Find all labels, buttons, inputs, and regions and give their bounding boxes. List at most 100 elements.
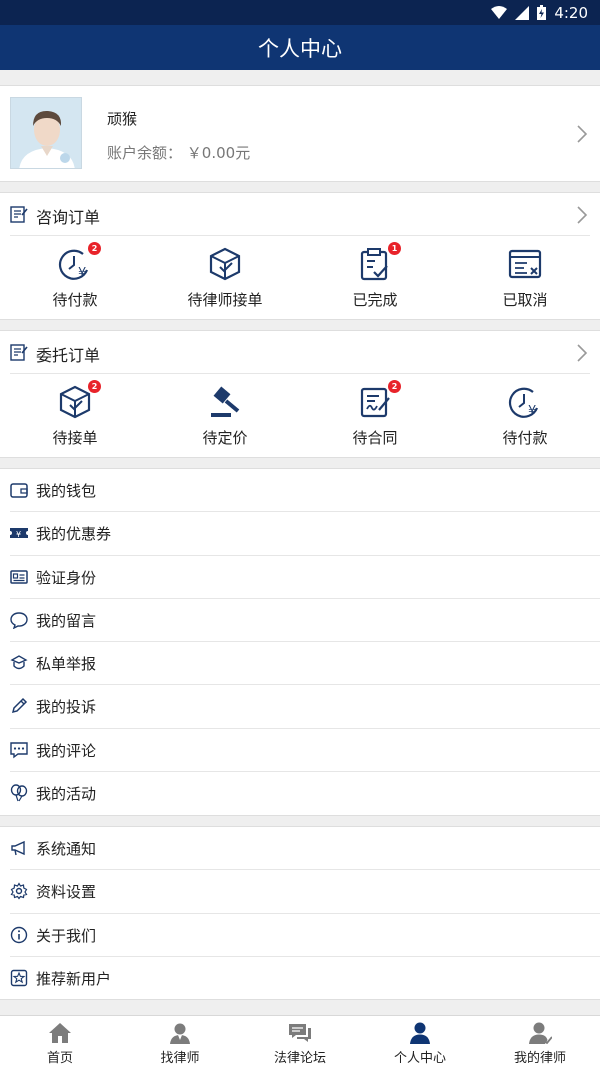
menu-item-comments[interactable]: 我的评论: [10, 729, 600, 773]
menu-item-label: 资料设置: [36, 883, 97, 902]
battery-icon: [537, 5, 547, 20]
consult-awaiting-lawyer[interactable]: 待律师接单: [150, 236, 300, 319]
menu-item-label: 我的留言: [36, 611, 97, 630]
clipboard-check-icon: [360, 248, 388, 281]
entrust-orders-title: 委托订单: [36, 346, 101, 365]
chevron-right-icon: [577, 125, 588, 143]
lawyer-search-icon: [170, 1023, 190, 1044]
chat-bubble-icon: [10, 612, 28, 629]
order-item-label: 待付款: [52, 291, 98, 309]
menu-item-report[interactable]: 私单举报: [10, 642, 600, 686]
menu-item-label: 关于我们: [36, 926, 97, 945]
status-bar: 4:20: [0, 0, 600, 25]
menu-item-activities[interactable]: 我的活动: [10, 772, 600, 815]
contract-sign-icon: [360, 387, 390, 418]
consult-pending-payment[interactable]: ¥ 2 待付款: [0, 236, 150, 319]
menu-item-label: 推荐新用户: [36, 969, 112, 988]
menu-item-verify-identity[interactable]: 验证身份: [10, 556, 600, 599]
clock-yen-icon: ¥: [58, 249, 89, 281]
balloons-icon: [10, 784, 28, 802]
star-badge-icon: [10, 969, 28, 987]
chevron-right-icon: [577, 206, 588, 224]
menu-item-coupons[interactable]: ¥ 我的优惠券: [10, 512, 600, 556]
entrust-pending-contract[interactable]: 2 待合同: [300, 374, 450, 457]
profile-card[interactable]: 顽猴 账户余额： ￥0.00元: [0, 85, 600, 182]
comment-dots-icon: [10, 742, 28, 759]
nav-label: 法律论坛: [273, 1051, 326, 1066]
nav-my-lawyer[interactable]: 我的律师: [480, 1016, 600, 1067]
menu-group-1: 我的钱包 ¥ 我的优惠券 验证身份 我的留言 私单举报 我的投诉 我的评论 我的…: [0, 468, 600, 816]
entrust-pending-payment[interactable]: ¥ 待付款: [450, 374, 600, 457]
menu-item-label: 我的投诉: [36, 698, 97, 717]
consult-completed[interactable]: 1 已完成: [300, 236, 450, 319]
order-item-label: 待接单: [52, 429, 98, 447]
title-bar: 个人中心: [0, 25, 600, 70]
forum-icon: [289, 1024, 311, 1042]
consult-cancelled[interactable]: 已取消: [450, 236, 600, 319]
id-card-icon: [10, 569, 28, 584]
order-item-label: 已完成: [352, 291, 398, 309]
signal-icon: [515, 5, 530, 20]
menu-item-complaints[interactable]: 我的投诉: [10, 685, 600, 729]
entrust-pending-pricing[interactable]: 待定价: [150, 374, 300, 457]
window-cancel-icon: [508, 249, 542, 279]
menu-item-about-us[interactable]: 关于我们: [10, 914, 600, 957]
entrust-pending-accept[interactable]: 2 待接单: [0, 374, 150, 457]
pencil-icon: [11, 698, 28, 714]
clock-yen-icon: ¥: [508, 387, 539, 419]
consult-orders-header[interactable]: 咨询订单: [10, 193, 590, 236]
home-icon: [49, 1023, 71, 1043]
menu-item-wallet[interactable]: 我的钱包: [10, 469, 600, 513]
badge: 2: [88, 242, 101, 255]
nav-label: 找律师: [160, 1051, 200, 1066]
profile-name: 顽猴: [107, 110, 138, 128]
menu-item-label: 我的评论: [36, 741, 97, 760]
nav-label: 我的律师: [513, 1051, 566, 1066]
nav-home[interactable]: 首页: [0, 1016, 120, 1067]
menu-item-profile-settings[interactable]: 资料设置: [10, 870, 600, 914]
person-icon: [410, 1022, 430, 1044]
gear-icon: [10, 882, 28, 900]
avatar[interactable]: [10, 97, 82, 169]
menu-group-2: 系统通知 资料设置 关于我们 推荐新用户: [0, 826, 600, 1000]
info-icon: [10, 926, 28, 943]
menu-item-label: 我的活动: [36, 785, 97, 804]
wallet-icon: [10, 483, 28, 498]
nav-label: 首页: [46, 1051, 73, 1066]
nav-label: 个人中心: [393, 1051, 446, 1066]
wifi-icon: [491, 6, 508, 19]
nav-find-lawyer[interactable]: 找律师: [120, 1016, 240, 1067]
nav-forum[interactable]: 法律论坛: [240, 1016, 360, 1067]
nav-personal-center[interactable]: 个人中心: [360, 1016, 480, 1067]
my-lawyer-icon: [529, 1022, 552, 1044]
svg-text:¥: ¥: [16, 530, 21, 539]
order-item-label: 待定价: [202, 429, 248, 447]
order-doc-icon: [10, 206, 28, 223]
report-icon: [10, 655, 28, 670]
menu-item-notifications[interactable]: 系统通知: [10, 827, 600, 871]
entrust-orders-header[interactable]: 委托订单: [10, 331, 590, 374]
menu-item-label: 我的钱包: [36, 482, 97, 500]
megaphone-icon: [11, 840, 25, 856]
order-doc-icon: [10, 344, 28, 361]
badge: 2: [88, 380, 101, 393]
balance-value: ￥0.00元: [186, 144, 251, 162]
order-item-label: 待合同: [352, 429, 398, 447]
balance-label: 账户余额：: [107, 144, 183, 162]
box-check-icon: [59, 385, 91, 419]
chevron-right-icon: [577, 344, 588, 362]
badge: 2: [388, 380, 401, 393]
svg-text:¥: ¥: [528, 404, 536, 419]
menu-item-label: 验证身份: [36, 568, 97, 587]
menu-item-label: 私单举报: [36, 655, 97, 674]
svg-text:¥: ¥: [78, 266, 86, 281]
box-check-icon: [209, 247, 241, 281]
menu-item-messages[interactable]: 我的留言: [10, 599, 600, 643]
order-item-label: 待付款: [502, 429, 548, 447]
consult-orders-title: 咨询订单: [36, 208, 101, 227]
status-time: 4:20: [554, 3, 588, 22]
gavel-icon: [211, 386, 240, 417]
consult-orders-section: 咨询订单 ¥ 2 待付款 待律师接单 1 已完成 已取消: [0, 192, 600, 320]
page-title: 个人中心: [258, 36, 342, 61]
menu-item-refer-user[interactable]: 推荐新用户: [10, 957, 600, 1000]
